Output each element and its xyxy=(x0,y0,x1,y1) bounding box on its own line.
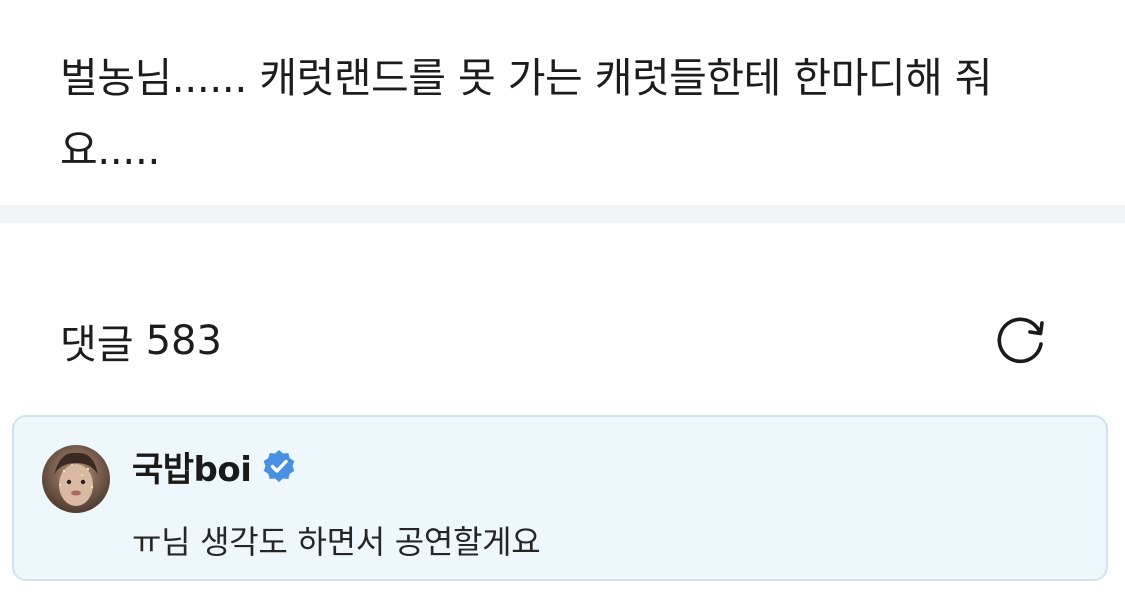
avatar[interactable] xyxy=(42,445,110,513)
comment-author-row: 국밥boi xyxy=(132,442,297,491)
refresh-button[interactable] xyxy=(990,308,1054,372)
section-divider xyxy=(0,205,1125,223)
comment-text: ㅠ님 생각도 하면서 공연할게요 xyxy=(132,523,541,561)
comment-author-name[interactable]: 국밥boi xyxy=(132,442,252,491)
comments-count: 583 xyxy=(145,318,222,364)
comments-label: 댓글 xyxy=(60,322,134,368)
verified-badge-icon xyxy=(264,450,295,482)
comment-card[interactable]: 국밥boi ㅠ님 생각도 하면서 공연할게요 xyxy=(12,415,1108,581)
refresh-icon xyxy=(997,317,1044,364)
post-body: 벌농님...... 캐럿랜드를 못 가는 캐럿들한테 한마디해 줘요..... xyxy=(60,54,993,174)
comments-header: 댓글 583 xyxy=(60,312,222,370)
